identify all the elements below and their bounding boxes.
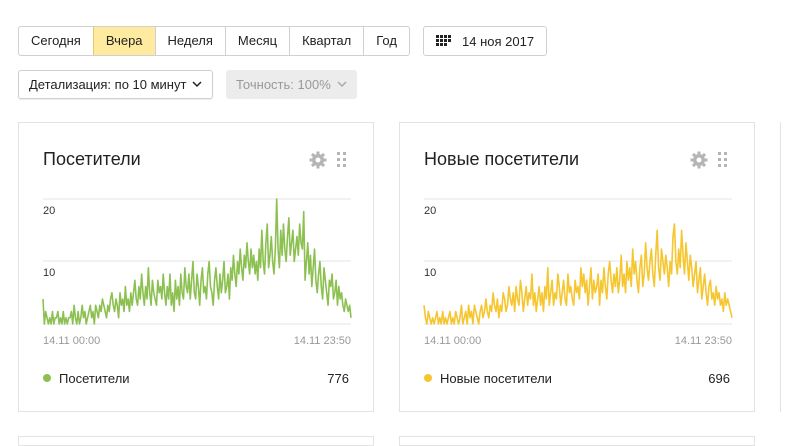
x-tick-label-end: 14.11 23:50 (294, 335, 351, 347)
accuracy-dropdown: Точность: 100% (226, 70, 357, 99)
detail-dropdown[interactable]: Детализация: по 10 минут (18, 70, 214, 99)
chevron-down-icon (192, 81, 202, 88)
accuracy-label: Точность: 100% (236, 77, 331, 92)
period-selector: Сегодня Вчера Неделя Месяц Квартал Год (18, 26, 410, 56)
legend-marker (43, 374, 51, 382)
period-today-button[interactable]: Сегодня (19, 27, 93, 55)
chevron-down-icon (337, 81, 347, 88)
legend-total: 776 (327, 370, 349, 386)
widget-partial (780, 122, 792, 412)
legend-marker (424, 374, 432, 382)
widget-bottom-left (18, 436, 374, 446)
period-month-button[interactable]: Месяц (224, 27, 289, 55)
widget-visitors: Посетители 20 10 14.11 00:00 14.11 23:50… (18, 122, 374, 412)
detail-label: Детализация: по 10 минут (29, 77, 187, 92)
date-picker-button[interactable]: 14 ноя 2017 (423, 26, 548, 56)
period-yesterday-button[interactable]: Вчера (92, 27, 155, 55)
y-tick-label: 20 (43, 205, 55, 217)
date-label: 14 ноя 2017 (462, 33, 535, 49)
legend-total: 696 (708, 370, 730, 386)
period-week-button[interactable]: Неделя (154, 27, 225, 55)
period-year-button[interactable]: Год (363, 27, 409, 55)
widget-new-visitors: Новые посетители 20 10 14.11 00:00 14.11… (399, 122, 755, 412)
y-tick-label: 10 (424, 267, 436, 279)
x-tick-label-start: 14.11 00:00 (424, 335, 481, 347)
x-tick-label-start: 14.11 00:00 (43, 335, 100, 347)
y-tick-label: 20 (424, 205, 436, 217)
period-quarter-button[interactable]: Квартал (289, 27, 363, 55)
y-tick-label: 10 (43, 267, 55, 279)
legend-label: Новые посетители (440, 370, 552, 386)
visitors-chart: 20 10 14.11 00:00 14.11 23:50 (42, 198, 352, 347)
new-visitors-chart: 20 10 14.11 00:00 14.11 23:50 (423, 198, 733, 347)
calendar-icon (436, 35, 451, 46)
widget-bottom-right (399, 436, 755, 446)
x-tick-label-end: 14.11 23:50 (675, 335, 732, 347)
legend: Новые посетители 696 (424, 369, 730, 387)
chart-series-line (423, 223, 733, 325)
legend: Посетители 776 (43, 369, 349, 387)
legend-label: Посетители (59, 370, 130, 386)
